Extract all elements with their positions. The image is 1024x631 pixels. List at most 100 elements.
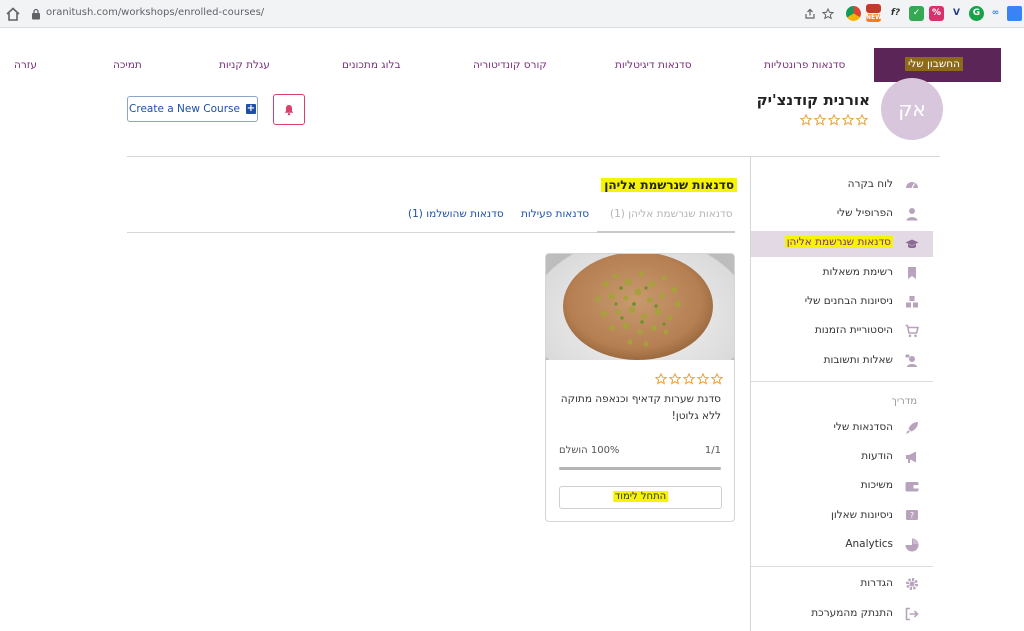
- nav-item-support[interactable]: תמיכה: [113, 48, 142, 82]
- create-course-label: Create a New Course: [129, 103, 240, 115]
- sidebar-item-label: היסטוריית הזמנות: [814, 324, 893, 336]
- cubes-icon: [906, 296, 918, 308]
- cart-icon: [905, 324, 919, 338]
- bookmark-star-icon[interactable]: [820, 6, 836, 22]
- course-thumbnail[interactable]: [546, 254, 734, 360]
- progress-bar-fill: [559, 467, 721, 470]
- top-navigation: סדנאות פרונטליות סדנאות דיגיטליות קורס ק…: [0, 48, 1024, 82]
- sidebar-item-label: סדנאות שנרשמת אליהן: [784, 236, 893, 248]
- star-icon: [800, 114, 812, 126]
- star-icon: [711, 373, 723, 385]
- sidebar-item-label: ניסיונות הבחנים שלי: [804, 295, 893, 307]
- extension-font-icon[interactable]: f?: [888, 6, 903, 21]
- create-course-button[interactable]: Create a New Course +: [127, 96, 258, 122]
- logout-icon: [905, 607, 919, 621]
- sidebar-item-label: הסדנאות שלי: [833, 421, 893, 433]
- sidebar-item-label: משיכות: [860, 479, 893, 491]
- nav-item-help[interactable]: עזרה: [14, 48, 37, 82]
- nav-item-pastry-course[interactable]: קורס קונדיטוריה: [473, 48, 547, 82]
- nav-item-recipe-blog[interactable]: בלוג מתכונים: [342, 48, 401, 82]
- sidebar-item-label: ניסיונות שאלון: [830, 509, 893, 521]
- star-icon: [842, 114, 854, 126]
- extension-grammar-icon[interactable]: G: [969, 6, 984, 21]
- star-icon: [856, 114, 868, 126]
- sidebar-item-quiz-attempts[interactable]: ניסיונות הבחנים שלי: [751, 289, 933, 315]
- sidebar-item-label: לוח בקרה: [847, 178, 893, 190]
- sidebar-item-label: Analytics: [845, 538, 893, 550]
- browser-toolbar: oranitush.com/workshops/enrolled-courses…: [0, 0, 1024, 28]
- progress-label: 100% הושלם: [559, 445, 620, 456]
- course-image: [546, 254, 734, 360]
- sidebar-separator: [751, 566, 933, 567]
- svg-text:?: ?: [910, 511, 914, 520]
- sidebar-item-wishlist[interactable]: רשימת משאלות: [751, 260, 933, 286]
- sidebar-item-quiz-attempts-instructor[interactable]: ? ניסיונות שאלון: [751, 503, 933, 529]
- sidebar-item-label: הפרופיל שלי: [836, 207, 893, 219]
- sidebar-item-dashboard[interactable]: לוח בקרה: [751, 172, 933, 198]
- lock-icon[interactable]: [31, 8, 41, 20]
- sidebar-item-settings[interactable]: הגדרות: [751, 571, 933, 597]
- dashboard-icon: [906, 182, 918, 189]
- profile-name: אורנית קודנצ'יק: [756, 91, 870, 109]
- sidebar-item-my-courses[interactable]: הסדנאות שלי: [751, 415, 933, 441]
- share-icon[interactable]: [802, 6, 818, 22]
- extension-red-icon[interactable]: [866, 4, 881, 13]
- page-title: סדנאות שנרשמת אליהן: [601, 178, 737, 192]
- sidebar-instructor-heading: מדריך: [891, 396, 917, 407]
- user-icon: [906, 208, 918, 221]
- wallet-icon: [905, 482, 919, 492]
- sidebar-item-label: התנתק מהמערכת: [811, 607, 893, 619]
- avatar[interactable]: אק: [881, 78, 943, 140]
- start-learning-button[interactable]: התחל לימוד: [559, 486, 722, 509]
- extension-blue-icon[interactable]: [1007, 6, 1022, 21]
- course-rating: [655, 373, 723, 385]
- extension-color-icon[interactable]: [846, 6, 861, 21]
- tab-enrolled[interactable]: סדנאות שנרשמת אליהן (1): [610, 208, 733, 232]
- profile-rating: [800, 114, 868, 126]
- star-icon: [683, 373, 695, 385]
- sidebar-item-enrolled-courses[interactable]: סדנאות שנרשמת אליהן: [751, 231, 933, 257]
- nav-item-shopping-cart[interactable]: עגלת קניות: [219, 48, 270, 82]
- megaphone-icon: [906, 451, 916, 463]
- extension-v-icon[interactable]: V: [949, 6, 964, 21]
- address-bar[interactable]: oranitush.com/workshops/enrolled-courses…: [46, 7, 264, 18]
- star-icon: [814, 114, 826, 126]
- plus-icon: +: [245, 103, 256, 114]
- course-title[interactable]: סדנת שערות קדאיף וכנאפה מתוקה ללא גלוטן!: [556, 391, 721, 425]
- bell-icon: [284, 104, 294, 115]
- sidebar-item-label: רשימת משאלות: [822, 266, 893, 278]
- bookmark-icon: [908, 267, 916, 279]
- sidebar-item-analytics[interactable]: Analytics: [751, 532, 933, 558]
- sidebar-item-profile[interactable]: הפרופיל שלי: [751, 201, 933, 227]
- nav-item-frontal-workshops[interactable]: סדנאות פרונטליות: [764, 48, 845, 82]
- extension-link-icon[interactable]: ∞: [988, 6, 1003, 21]
- extension-green-icon[interactable]: ✓: [909, 6, 924, 21]
- progress-count: 1/1: [704, 445, 721, 456]
- sidebar-item-qa[interactable]: שאלות ותשובות: [751, 348, 933, 374]
- extension-new-icon[interactable]: NEW: [866, 14, 882, 22]
- course-card: סדנת שערות קדאיף וכנאפה מתוקה ללא גלוטן!…: [545, 253, 735, 522]
- header-divider: [127, 156, 940, 157]
- star-icon: [697, 373, 709, 385]
- sidebar-item-logout[interactable]: התנתק מהמערכת: [751, 601, 933, 627]
- sidebar-item-label: שאלות ותשובות: [823, 354, 893, 366]
- pie-chart-icon: [905, 538, 919, 552]
- graduation-cap-icon: [905, 239, 919, 249]
- star-icon: [828, 114, 840, 126]
- sidebar-item-withdrawals[interactable]: משיכות: [751, 473, 933, 499]
- start-learning-label: התחל לימוד: [612, 491, 669, 502]
- gear-icon: [906, 578, 918, 590]
- tab-active-indicator: [597, 231, 735, 233]
- star-icon: [655, 373, 667, 385]
- notifications-button[interactable]: [273, 94, 305, 125]
- tab-completed-courses[interactable]: סדנאות שהושלמו (1): [408, 208, 504, 232]
- nav-item-digital-workshops[interactable]: סדנאות דיגיטליות: [615, 48, 692, 82]
- tab-active-courses[interactable]: סדנאות פעילות: [521, 208, 589, 232]
- home-icon[interactable]: [4, 5, 22, 23]
- extension-pink-icon[interactable]: %: [929, 6, 944, 21]
- sidebar-item-order-history[interactable]: היסטוריית הזמנות: [751, 318, 933, 344]
- rocket-icon: [906, 422, 918, 434]
- sidebar-item-label: הגדרות: [860, 577, 893, 589]
- sidebar-item-announcements[interactable]: הודעות: [751, 444, 933, 470]
- sidebar-separator: [751, 381, 933, 382]
